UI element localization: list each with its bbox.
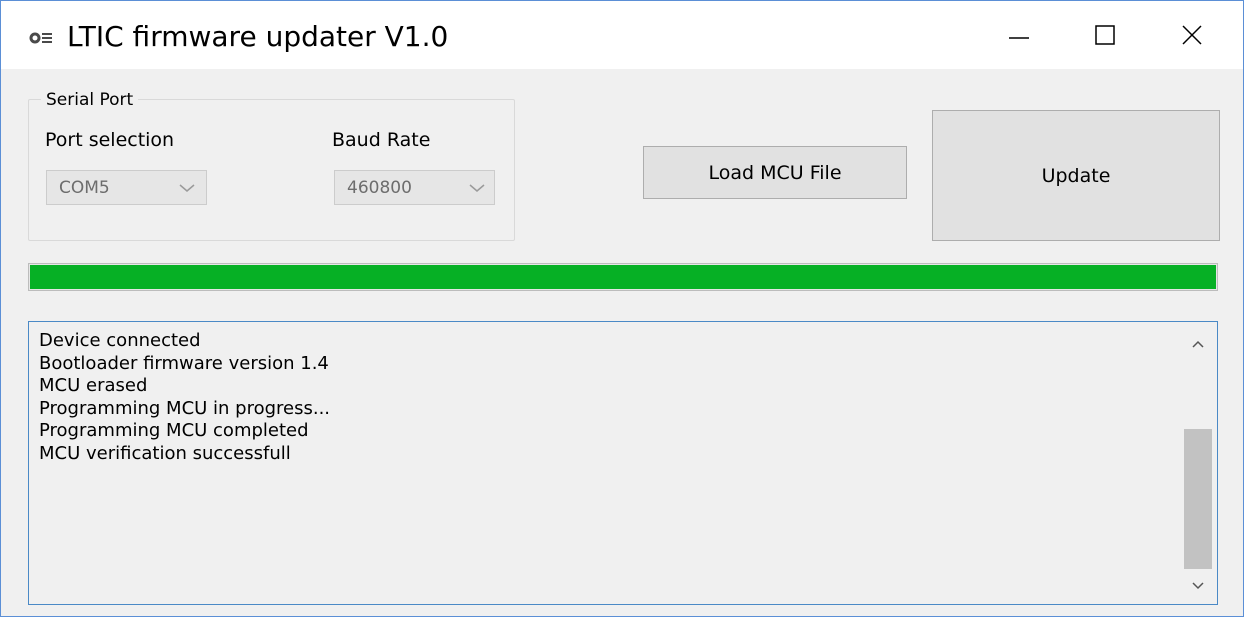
baud-rate-select[interactable]: 460800 <box>334 170 495 205</box>
scroll-up-icon[interactable] <box>1183 328 1213 358</box>
log-line: Device connected <box>39 330 201 351</box>
update-label: Update <box>1041 164 1111 187</box>
log-scrollbar[interactable] <box>1183 324 1213 602</box>
load-mcu-file-button[interactable]: Load MCU File <box>643 146 907 199</box>
title-bar[interactable]: LTIC firmware updater V1.0 <box>1 1 1243 69</box>
update-button[interactable]: Update <box>932 110 1220 241</box>
port-select[interactable]: COM5 <box>46 170 207 205</box>
serial-port-group-label: Serial Port <box>41 89 139 111</box>
port-select-value: COM5 <box>59 178 110 198</box>
scrollbar-thumb[interactable] <box>1184 429 1212 569</box>
window-title: LTIC firmware updater V1.0 <box>67 20 449 53</box>
log-lines: Device connected Bootloader firmware vers… <box>39 330 330 465</box>
minimize-icon <box>1009 37 1029 39</box>
log-line: Programming MCU completed <box>39 420 309 441</box>
load-mcu-file-label: Load MCU File <box>708 161 842 184</box>
log-line: MCU erased <box>39 375 148 396</box>
app-window: LTIC firmware updater V1.0 Serial Port P… <box>0 0 1244 617</box>
maximize-button[interactable] <box>1065 1 1145 69</box>
maximize-icon <box>1095 25 1115 45</box>
log-line: Programming MCU in progress... <box>39 397 331 419</box>
close-icon <box>1182 25 1202 45</box>
progress-bar-fill <box>30 265 1216 289</box>
port-selection-label: Port selection <box>45 129 175 151</box>
scroll-down-icon[interactable] <box>1183 572 1213 602</box>
log-output[interactable]: Device connected Bootloader firmware vers… <box>28 321 1218 605</box>
log-line: Bootloader firmware version 1.4 <box>39 352 329 374</box>
baud-rate-select-value: 460800 <box>347 178 412 198</box>
app-logo-icon <box>29 32 52 44</box>
chevron-down-icon <box>469 184 485 192</box>
minimize-button[interactable] <box>979 1 1059 69</box>
log-line: MCU verification successfull <box>39 442 291 464</box>
progress-bar <box>28 263 1218 291</box>
close-button[interactable] <box>1151 1 1231 69</box>
chevron-down-icon <box>179 184 195 192</box>
baud-rate-label: Baud Rate <box>332 129 431 151</box>
